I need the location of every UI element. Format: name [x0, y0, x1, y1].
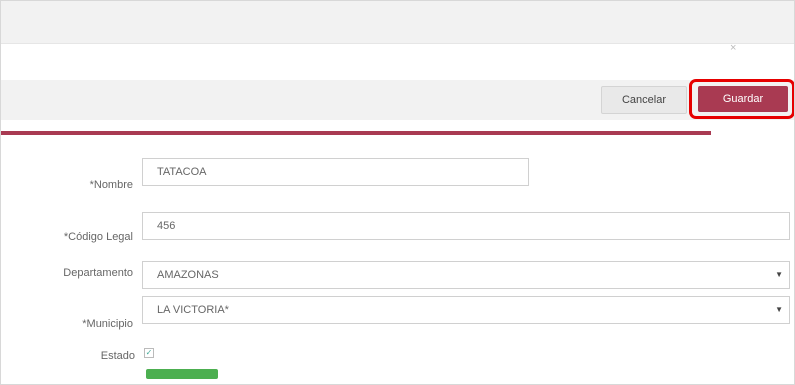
departamento-select[interactable]: AMAZONAS ▼: [142, 261, 790, 289]
close-icon[interactable]: ×: [730, 42, 736, 54]
departamento-value: AMAZONAS: [157, 269, 219, 281]
cancel-button[interactable]: Cancelar: [601, 86, 687, 114]
chevron-down-icon: ▼: [775, 305, 783, 314]
status-badge: [146, 369, 218, 379]
municipio-label: *Municipio: [82, 318, 133, 330]
estado-checkbox[interactable]: ✓: [144, 348, 154, 358]
nombre-field[interactable]: TATACOA: [142, 158, 529, 186]
dialog-window: × Cancelar Guardar *Nombre TATACOA *Códi…: [0, 0, 795, 385]
municipio-value: LA VICTORIA*: [157, 304, 229, 316]
estado-label: Estado: [100, 350, 135, 362]
codigo-legal-label: *Código Legal: [63, 231, 133, 243]
section-divider: [1, 131, 711, 135]
chevron-down-icon: ▼: [775, 270, 783, 279]
departamento-label: Departamento: [63, 267, 133, 279]
nombre-label: *Nombre: [89, 179, 133, 191]
title-bar: [1, 1, 794, 44]
codigo-legal-field[interactable]: 456: [142, 212, 790, 240]
save-button-highlight: [689, 79, 794, 119]
municipio-select[interactable]: LA VICTORIA* ▼: [142, 296, 790, 324]
